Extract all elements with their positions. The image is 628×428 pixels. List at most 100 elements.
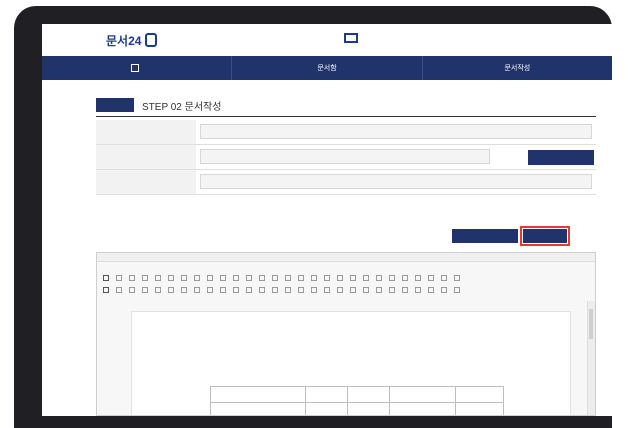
- tool-icon[interactable]: [207, 275, 213, 281]
- screenshot-frame: 문서24 문서함 문서작성 STEP 02 문서작성: [0, 0, 628, 428]
- form-row-1-input[interactable]: [200, 124, 592, 139]
- table-cell: [456, 403, 503, 415]
- home-icon: [130, 64, 139, 72]
- table-cell: [211, 403, 307, 415]
- nav-home[interactable]: [42, 56, 233, 80]
- tool-icon[interactable]: [285, 275, 291, 281]
- tool-icon[interactable]: [207, 287, 213, 293]
- tool-icon[interactable]: [116, 287, 122, 293]
- tool-icon[interactable]: [181, 287, 187, 293]
- tool-icon[interactable]: [376, 275, 382, 281]
- tool-icon[interactable]: [168, 275, 174, 281]
- tool-icon[interactable]: [116, 275, 122, 281]
- toolbar-row-2: [103, 285, 591, 295]
- nav-write[interactable]: 문서작성: [423, 56, 612, 80]
- action-button-left[interactable]: [452, 229, 518, 243]
- highlight-box: [520, 226, 570, 246]
- monitor-icon[interactable]: [344, 33, 358, 43]
- form-row-2: [96, 145, 596, 170]
- table-cell: [390, 403, 456, 415]
- tool-icon[interactable]: [363, 287, 369, 293]
- tool-icon[interactable]: [220, 287, 226, 293]
- tool-icon[interactable]: [233, 287, 239, 293]
- tool-icon[interactable]: [454, 287, 460, 293]
- form-row-3: [96, 170, 596, 195]
- tool-icon[interactable]: [220, 275, 226, 281]
- table-header-4: [390, 387, 456, 402]
- tool-icon[interactable]: [129, 287, 135, 293]
- tool-icon[interactable]: [337, 275, 343, 281]
- top-bar: 문서24: [42, 24, 612, 57]
- tool-icon[interactable]: [194, 275, 200, 281]
- table-header-2: [306, 387, 349, 402]
- laptop-frame: 문서24 문서함 문서작성 STEP 02 문서작성: [14, 6, 612, 428]
- tool-icon[interactable]: [129, 275, 135, 281]
- form-row-3-input[interactable]: [200, 174, 592, 189]
- tool-icon[interactable]: [311, 287, 317, 293]
- tool-icon[interactable]: [363, 275, 369, 281]
- tool-icon[interactable]: [441, 275, 447, 281]
- form-row-2-button[interactable]: [528, 150, 594, 165]
- step-badge: [96, 98, 134, 112]
- scroll-thumb[interactable]: [589, 309, 593, 339]
- tool-icon[interactable]: [246, 275, 252, 281]
- tool-icon[interactable]: [402, 275, 408, 281]
- app-screen: 문서24 문서함 문서작성 STEP 02 문서작성: [42, 24, 612, 416]
- editor-scrollbar[interactable]: [587, 301, 595, 415]
- table-cell: [306, 403, 349, 415]
- tool-icon[interactable]: [454, 275, 460, 281]
- nav-inbox[interactable]: 문서함: [232, 56, 423, 80]
- table-row: [211, 403, 503, 415]
- tool-icon[interactable]: [376, 287, 382, 293]
- tool-icon[interactable]: [259, 287, 265, 293]
- tool-icon[interactable]: [246, 287, 252, 293]
- toolbar-row-1: [103, 273, 591, 283]
- tool-icon[interactable]: [285, 287, 291, 293]
- tool-icon[interactable]: [155, 275, 161, 281]
- tool-icon[interactable]: [272, 275, 278, 281]
- tool-icon[interactable]: [181, 275, 187, 281]
- form-row-2-input[interactable]: [200, 149, 490, 164]
- tool-icon[interactable]: [233, 275, 239, 281]
- tool-icon[interactable]: [298, 275, 304, 281]
- table-header-row: [211, 387, 503, 403]
- tool-icon[interactable]: [402, 287, 408, 293]
- editor-top-strip: [97, 253, 595, 262]
- tool-icon[interactable]: [298, 287, 304, 293]
- nav-inbox-label: 문서함: [317, 65, 337, 72]
- tool-icon[interactable]: [350, 287, 356, 293]
- logo-icon: [145, 33, 158, 47]
- table-header-1: [211, 387, 307, 402]
- tool-icon[interactable]: [272, 287, 278, 293]
- tool-icon[interactable]: [324, 287, 330, 293]
- form-row-1-label: [96, 120, 196, 144]
- tool-icon[interactable]: [428, 275, 434, 281]
- form-row-1: [96, 120, 596, 145]
- main-nav: 문서함 문서작성: [42, 56, 612, 80]
- tool-icon[interactable]: [142, 287, 148, 293]
- section-divider: [96, 116, 596, 117]
- tool-icon[interactable]: [428, 287, 434, 293]
- tool-icon[interactable]: [350, 275, 356, 281]
- tool-icon[interactable]: [155, 287, 161, 293]
- logo-title: 문서24: [106, 33, 142, 48]
- tool-icon[interactable]: [441, 287, 447, 293]
- tool-icon[interactable]: [389, 275, 395, 281]
- table-header-3: [348, 387, 391, 402]
- logo[interactable]: 문서24: [102, 31, 158, 49]
- tool-icon[interactable]: [259, 275, 265, 281]
- table-header-5: [456, 387, 503, 402]
- tool-icon[interactable]: [103, 287, 109, 293]
- tool-icon[interactable]: [415, 275, 421, 281]
- tool-icon[interactable]: [324, 275, 330, 281]
- tool-icon[interactable]: [103, 275, 109, 281]
- document-page: [131, 311, 571, 415]
- tool-icon[interactable]: [194, 287, 200, 293]
- tool-icon[interactable]: [311, 275, 317, 281]
- tool-icon[interactable]: [389, 287, 395, 293]
- tool-icon[interactable]: [337, 287, 343, 293]
- tool-icon[interactable]: [168, 287, 174, 293]
- tool-icon[interactable]: [142, 275, 148, 281]
- document-editor: [96, 252, 596, 416]
- tool-icon[interactable]: [415, 287, 421, 293]
